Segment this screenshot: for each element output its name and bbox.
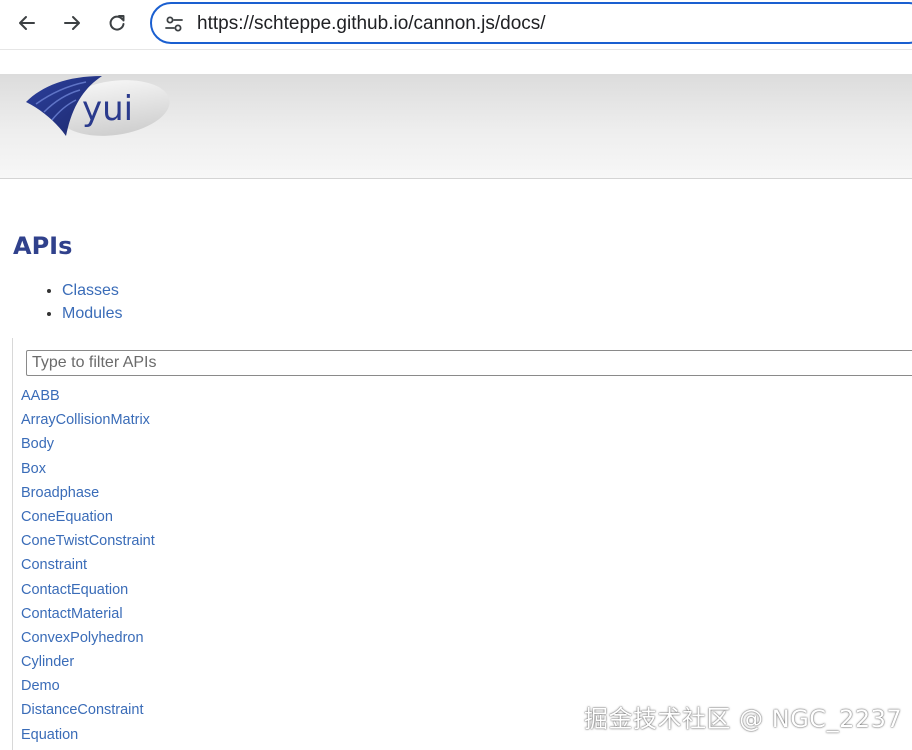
list-item: ConeEquation	[21, 505, 155, 529]
list-item: Box	[21, 457, 155, 481]
api-link[interactable]: Body	[21, 436, 54, 452]
filter-apis-input[interactable]	[26, 350, 912, 376]
list-item: ContactEquation	[21, 578, 155, 602]
browser-toolbar: https://schteppe.github.io/cannon.js/doc…	[0, 0, 912, 50]
list-item: Modules	[62, 302, 122, 325]
api-list: AABB ArrayCollisionMatrix Body Box Broad…	[21, 384, 155, 747]
forward-button[interactable]	[55, 8, 89, 38]
arrow-left-icon	[19, 16, 35, 30]
classes-link[interactable]: Classes	[62, 282, 119, 299]
list-item: ContactMaterial	[21, 602, 155, 626]
api-link[interactable]: ContactMaterial	[21, 606, 123, 622]
list-item: Classes	[62, 279, 122, 302]
api-link[interactable]: Demo	[21, 678, 60, 694]
api-link[interactable]: ConvexPolyhedron	[21, 630, 144, 646]
api-link[interactable]: AABB	[21, 388, 60, 404]
list-item: Cylinder	[21, 650, 155, 674]
list-item: Demo	[21, 674, 155, 698]
top-links: Classes Modules	[44, 279, 122, 325]
yui-logo[interactable]: yui	[22, 74, 172, 144]
list-item: ConeTwistConstraint	[21, 529, 155, 553]
watermark: 掘金技术社区 @ NGC_2237	[584, 705, 903, 733]
list-item: Equation	[21, 723, 155, 747]
page-title: APIs	[13, 232, 73, 260]
back-button[interactable]	[10, 8, 44, 38]
url-text[interactable]: https://schteppe.github.io/cannon.js/doc…	[197, 13, 546, 35]
page-header: yui	[0, 74, 912, 179]
list-item: Broadphase	[21, 481, 155, 505]
arrow-right-icon	[64, 16, 80, 30]
api-link[interactable]: Equation	[21, 727, 78, 743]
api-link[interactable]: ConeEquation	[21, 509, 113, 525]
modules-link[interactable]: Modules	[62, 305, 122, 322]
api-link[interactable]: Cylinder	[21, 654, 74, 670]
api-link[interactable]: Constraint	[21, 557, 87, 573]
tune-icon[interactable]	[164, 14, 184, 34]
api-link[interactable]: Box	[21, 461, 46, 477]
list-item: Constraint	[21, 553, 155, 577]
api-link[interactable]: DistanceConstraint	[21, 702, 144, 718]
api-link[interactable]: ConeTwistConstraint	[21, 533, 155, 549]
api-link[interactable]: ArrayCollisionMatrix	[21, 412, 150, 428]
list-item: Body	[21, 432, 155, 456]
api-link[interactable]: Broadphase	[21, 485, 99, 501]
logo-text: yui	[82, 89, 133, 129]
reload-icon	[109, 15, 125, 31]
list-item: AABB	[21, 384, 155, 408]
api-list-panel: AABB ArrayCollisionMatrix Body Box Broad…	[12, 338, 912, 750]
address-bar[interactable]: https://schteppe.github.io/cannon.js/doc…	[150, 2, 912, 44]
list-item: DistanceConstraint	[21, 698, 155, 722]
list-item: ConvexPolyhedron	[21, 626, 155, 650]
list-item: ArrayCollisionMatrix	[21, 408, 155, 432]
api-link[interactable]: ContactEquation	[21, 582, 128, 598]
reload-button[interactable]	[100, 8, 134, 38]
